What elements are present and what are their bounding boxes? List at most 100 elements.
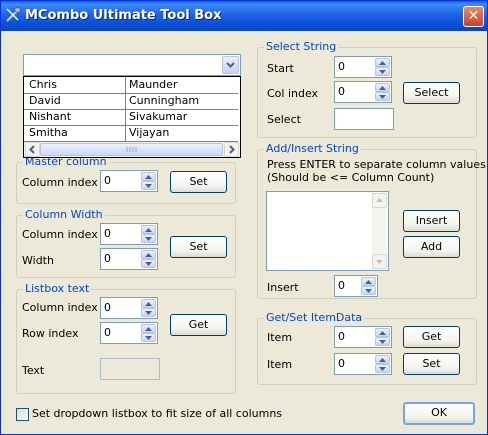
dropdown-arrow-icon[interactable] [222,56,239,74]
listbox-text-label: Text [22,364,45,377]
tools-icon [5,7,21,23]
itemdata-item1-value: 0 [338,330,345,343]
spin-up-arrow-icon[interactable] [375,58,390,67]
listbox-row-index-value: 0 [104,326,111,339]
spin-up-arrow-icon[interactable] [375,328,390,337]
main-window: MCombo Ultimate Tool Box ✕ Master column… [0,0,488,435]
close-button[interactable]: ✕ [463,6,484,27]
list-item[interactable]: Chris Maunder [24,77,238,94]
listbox-row-index-label: Row index [22,327,79,340]
get-set-itemdata-title: Get/Set ItemData [264,311,365,325]
select-string-title: Select String [264,40,339,54]
spin-down-arrow-icon[interactable] [375,92,390,101]
spin-up-arrow-icon[interactable] [141,225,156,234]
itemdata-item1-spinner[interactable]: 0 [334,326,392,348]
window-title: MCombo Ultimate Tool Box [25,8,222,23]
select-button[interactable]: Select [403,82,460,104]
column-width-width-label: Width [22,254,54,267]
spin-up-arrow-icon[interactable] [141,250,156,259]
select-start-value: 0 [338,60,345,73]
column-width-index-label: Column index [22,228,98,241]
itemdata-item2-label: Item [267,358,293,371]
add-insert-hint-line2: (Should be <= Column Count) [267,171,435,184]
spin-down-arrow-icon[interactable] [141,234,156,243]
spin-up-arrow-icon[interactable] [375,355,390,364]
column-width-title: Column Width [23,208,105,222]
scroll-down-arrow-icon[interactable] [372,254,387,269]
master-column-set-button[interactable]: Set [170,171,227,193]
column-width-width-value: 0 [104,252,111,265]
spin-down-arrow-icon[interactable] [141,181,156,190]
select-label: Select [267,113,301,126]
add-insert-textarea[interactable] [266,191,389,271]
spin-down-arrow-icon[interactable] [141,259,156,268]
list-cell-last-name: Maunder [129,78,178,91]
master-column-index-value: 0 [104,174,111,187]
spin-up-arrow-icon[interactable] [361,277,376,286]
listbox-text-field[interactable] [100,358,160,380]
spin-down-arrow-icon[interactable] [141,308,156,317]
spin-down-arrow-icon[interactable] [141,333,156,342]
list-item[interactable]: Smitha Vijayan [24,125,238,142]
add-insert-hint-line1: Press ENTER to separate column values [267,158,486,171]
column-width-index-spinner[interactable]: 0 [100,223,158,245]
select-col-index-spinner[interactable]: 0 [334,81,392,103]
list-item[interactable]: Nishant Sivakumar [24,109,238,126]
select-field[interactable] [334,108,394,130]
textarea-vertical-scrollbar[interactable] [372,193,387,269]
insert-button[interactable]: Insert [403,210,460,232]
column-width-width-spinner[interactable]: 0 [100,248,158,270]
list-cell-first-name: Chris [29,78,57,91]
master-column-index-spinner[interactable]: 0 [100,170,158,192]
scroll-right-arrow-icon[interactable] [224,142,239,157]
column-separator [125,77,126,141]
listbox-column-index-label: Column index [22,301,98,314]
list-cell-last-name: Vijayan [129,126,170,139]
spin-down-arrow-icon[interactable] [361,286,376,295]
add-button[interactable]: Add [403,236,460,258]
select-col-index-label: Col index [267,87,319,100]
listbox-text-title: Listbox text [23,282,92,296]
spin-down-arrow-icon[interactable] [375,364,390,373]
spin-up-arrow-icon[interactable] [141,172,156,181]
itemdata-set-button[interactable]: Set [403,353,460,375]
spin-up-arrow-icon[interactable] [375,83,390,92]
spin-up-arrow-icon[interactable] [141,299,156,308]
select-col-index-value: 0 [338,85,345,98]
scroll-up-arrow-icon[interactable] [372,193,387,208]
ok-button[interactable]: OK [403,402,475,425]
insert-index-spinner[interactable]: 0 [334,275,378,297]
fit-dropdown-label[interactable]: Set dropdown listbox to fit size of all … [32,407,282,421]
close-icon: ✕ [467,8,480,24]
select-start-spinner[interactable]: 0 [334,56,392,78]
column-width-set-button[interactable]: Set [170,236,227,258]
list-cell-first-name: Smitha [29,126,68,139]
spin-down-arrow-icon[interactable] [375,67,390,76]
listbox-row-index-spinner[interactable]: 0 [100,322,158,344]
title-bar[interactable]: MCombo Ultimate Tool Box ✕ [1,1,487,31]
column-width-index-value: 0 [104,227,111,240]
list-cell-first-name: Nishant [29,110,72,123]
listbox-get-button[interactable]: Get [170,314,227,336]
list-cell-first-name: David [29,94,61,107]
dropdown-horizontal-scrollbar[interactable] [24,142,240,157]
multi-column-combo[interactable] [23,54,241,76]
scroll-thumb[interactable] [40,143,223,156]
combo-dropdown-list[interactable]: Chris Maunder David Cunningham Nishant S… [23,76,241,158]
spin-up-arrow-icon[interactable] [141,324,156,333]
list-cell-last-name: Sivakumar [129,110,188,123]
fit-dropdown-checkbox[interactable] [16,408,29,421]
itemdata-item2-spinner[interactable]: 0 [334,353,392,375]
list-cell-last-name: Cunningham [129,94,200,107]
listbox-column-index-spinner[interactable]: 0 [100,297,158,319]
list-item[interactable]: David Cunningham [24,93,238,110]
insert-index-value: 0 [338,279,345,292]
itemdata-item2-value: 0 [338,357,345,370]
insert-label: Insert [267,281,299,294]
scroll-left-arrow-icon[interactable] [25,142,40,157]
select-start-label: Start [267,62,294,75]
itemdata-get-button[interactable]: Get [403,326,460,348]
itemdata-item1-label: Item [267,331,293,344]
master-column-index-label: Column index [22,176,98,189]
spin-down-arrow-icon[interactable] [375,337,390,346]
